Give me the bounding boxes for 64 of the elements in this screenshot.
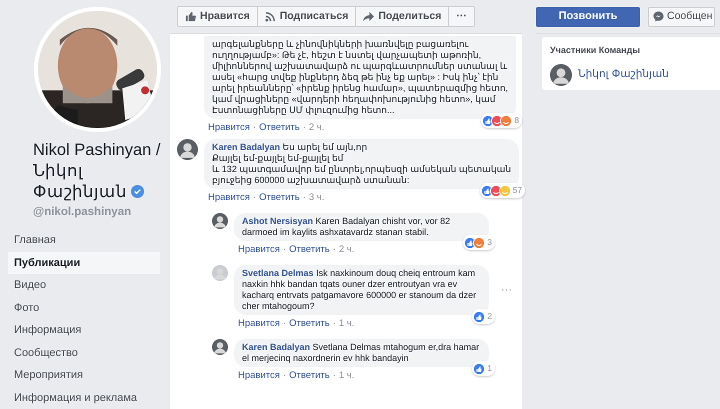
nav-item[interactable]: Информация и реклама	[8, 386, 160, 409]
comment-time: 2 ч.	[338, 244, 354, 255]
separator-dot: ·	[252, 192, 256, 203]
angry-reaction-icon	[500, 114, 512, 127]
comment-time: 1 ч.	[338, 318, 354, 329]
share-arrow-icon	[363, 11, 374, 22]
comment-time: 2 ч.	[308, 122, 324, 133]
emoji-reaction-icon	[498, 184, 511, 197]
member-name[interactable]: Նիկոլ Փաշինյան	[578, 66, 669, 82]
team-title: Участники Команды	[550, 44, 641, 57]
call-button[interactable]: Позвонить	[536, 6, 640, 26]
comment-text: Karen Badalyan Svetlana Delmas mtahogum er,dra hamar el merjecinq naxordnerin ev hhk bandayin	[242, 342, 480, 364]
angry-reaction-icon	[473, 236, 486, 249]
reply-link[interactable]: Ответить	[259, 192, 300, 203]
reaction-count: 1	[487, 362, 493, 375]
nav-item[interactable]: Сообщество	[8, 342, 160, 364]
comment-text: Karen Badalyan Ես արել եմ այն,որ Քայլել եմ-քայլել եմ-քայլել եմ և 132 պատգամավոր եմ ընտրել,որպեսզի ամսեկան պետական բյուջեից 600000 աշխատավարձ ստանան:	[212, 142, 512, 186]
nav-item[interactable]: Видео	[8, 274, 160, 296]
action-button[interactable]: Подписаться	[256, 7, 356, 26]
reaction-count: 8	[514, 114, 520, 127]
like-reaction-icon	[480, 184, 493, 197]
separator-dot: ·	[332, 318, 336, 329]
separator-dot: ·	[332, 244, 336, 255]
nav-item[interactable]: Главная	[8, 229, 160, 252]
thumbs-up-icon	[185, 11, 196, 22]
reaction-count: 3	[487, 236, 493, 249]
action-button[interactable]: Поделиться	[355, 7, 448, 26]
comment-time: 3 ч.	[308, 192, 324, 203]
comment-text: Svetlana Delmas Isk naxkinoum douq cheiq entroum kam naxkin hhk bandan tqats ouner dzer entroutyan vra ev kacharq entrvats patgamavore 600000 er stanoum da dzer cher mtahogoum?	[242, 268, 478, 312]
avatar	[550, 64, 572, 86]
messenger-icon	[653, 11, 664, 22]
like-link[interactable]: Нравится	[238, 318, 280, 329]
separator-dot: ·	[282, 370, 286, 381]
separator-dot: ·	[282, 318, 286, 329]
reply-link[interactable]: Ответить	[289, 370, 330, 381]
separator-dot: ·	[252, 122, 256, 133]
like-link[interactable]: Нравится	[208, 122, 250, 133]
more-button[interactable]: ···	[448, 7, 474, 26]
page-name: Nikol Pashinyan / Նիկոլ Փաշինյան	[33, 140, 160, 201]
like-link[interactable]: Нравится	[208, 192, 250, 203]
nav-item[interactable]: Публикации	[8, 252, 160, 274]
nav-item[interactable]: Информация	[8, 319, 160, 342]
message-button[interactable]: Сообщен	[648, 6, 716, 26]
comment-text: Ashot Nersisyan Karen Badalyan chisht vor, vor 82 darmoed im kaylits ashxatavardz stanan stabil.	[242, 216, 452, 238]
like-link[interactable]: Нравится	[238, 370, 280, 381]
separator-dot: ·	[302, 122, 306, 133]
nav-item[interactable]: Мероприятия	[8, 364, 160, 386]
reply-link[interactable]: Ответить	[289, 244, 330, 255]
comment-time: 1 ч.	[338, 370, 354, 381]
like-reaction-icon	[473, 310, 486, 323]
nav-item[interactable]: Фото	[8, 296, 160, 319]
separator-dot: ·	[282, 244, 286, 255]
rss-icon	[264, 11, 276, 22]
reply-link[interactable]: Ответить	[289, 318, 330, 329]
page-handle: @nikol.pashinyan	[33, 204, 132, 220]
separator-dot: ·	[302, 192, 306, 203]
action-button[interactable]: Нравится	[178, 7, 257, 26]
reaction-count: 57	[512, 184, 524, 197]
like-reaction-icon	[473, 362, 486, 375]
reply-link[interactable]: Ответить	[259, 122, 300, 133]
reaction-count: 2	[487, 310, 493, 323]
separator-dot: ·	[332, 370, 336, 381]
comment-text: արգելանքները և չինովնիկների խառնվելը բացառելու ուղղությամբ»: Թե չէ, հեշտ է նստել վարչապետի աթոռին, միլիոններով աշխատավարձ ու պարգևատրումներ ստանալ և ասել «հարց տվեք ինքներդ ձեզ թե ինչ եք արել» : Իսկ ինչ՝ էին արել իրեանները՝ «իրենք իրենց համար», պատերազմից հետո, կամ վրացիները «վարդերի հեղափոխությունից հետո», կամ Էստոնացիները ՍՄ փլուզումից հետո...	[212, 39, 508, 116]
like-link[interactable]: Нравится	[238, 244, 280, 255]
